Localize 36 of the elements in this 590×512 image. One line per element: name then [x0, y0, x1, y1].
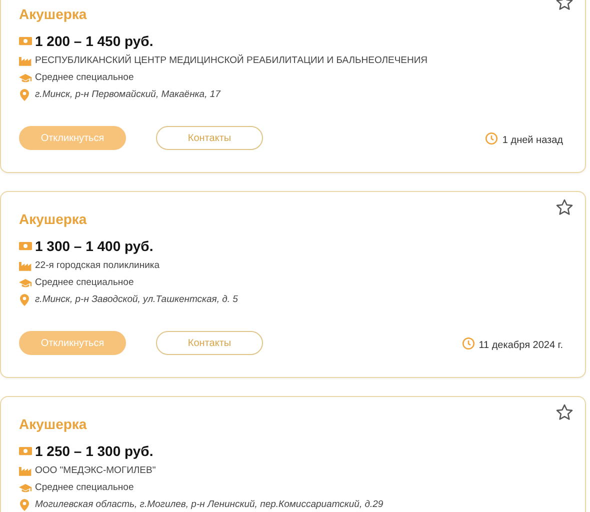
- clock-icon: [462, 336, 475, 350]
- education-text: Среднее специальное: [35, 482, 134, 493]
- salary-text: 1 200 – 1 450 руб.: [35, 33, 154, 49]
- vacancy-title[interactable]: Акушерка: [19, 415, 567, 433]
- location-pin-icon: [20, 88, 29, 100]
- address-text: Могилевская область, г.Могилев, р-н Ленинский, пер.Комиссариатский, д.29: [35, 499, 384, 510]
- vacancy-title[interactable]: Акушерка: [19, 5, 567, 23]
- education-text: Среднее специальное: [35, 277, 134, 288]
- factory-icon: [19, 466, 32, 476]
- factory-icon: [19, 260, 32, 270]
- vacancy-title[interactable]: Акушерка: [19, 210, 567, 228]
- employer-text: РЕСПУБЛИКАНСКИЙ ЦЕНТР МЕДИЦИНСКОЙ РЕАБИЛИТАЦИИ И БАЛЬНЕОЛЕЧЕНИЯ: [35, 55, 428, 66]
- star-icon[interactable]: [555, 198, 574, 217]
- employer-text: 22-я городская поликлиника: [35, 260, 160, 271]
- salary-text: 1 300 – 1 400 руб.: [35, 238, 154, 254]
- posted-date: 11 декабря 2024 г.: [478, 340, 563, 350]
- location-pin-icon: [20, 294, 29, 306]
- posted-date: 1 дней назад: [502, 134, 563, 146]
- apply-button[interactable]: Откликнуться: [19, 331, 126, 355]
- graduation-cap-icon: [19, 278, 32, 288]
- money-icon: [19, 241, 32, 251]
- graduation-cap-icon: [19, 482, 32, 492]
- salary-text: 1 250 – 1 300 руб.: [35, 443, 154, 459]
- address-text: г.Минск, р-н Первомайский, Макаёнка, 17: [35, 89, 220, 100]
- employer-text: ООО "МЕДЭКС-МОГИЛЕВ": [35, 465, 156, 476]
- clock-icon: [485, 132, 498, 144]
- contacts-button[interactable]: Контакты: [156, 331, 263, 355]
- graduation-cap-icon: [19, 72, 32, 82]
- factory-icon: [19, 56, 32, 66]
- money-icon: [19, 36, 32, 46]
- contacts-button[interactable]: Контакты: [156, 126, 263, 150]
- money-icon: [19, 446, 32, 456]
- education-text: Среднее специальное: [35, 72, 134, 83]
- apply-button[interactable]: Откликнуться: [19, 126, 126, 150]
- star-icon[interactable]: [555, 403, 574, 422]
- address-text: г.Минск, р-н Заводской, ул.Ташкентская, д. 5: [35, 294, 238, 305]
